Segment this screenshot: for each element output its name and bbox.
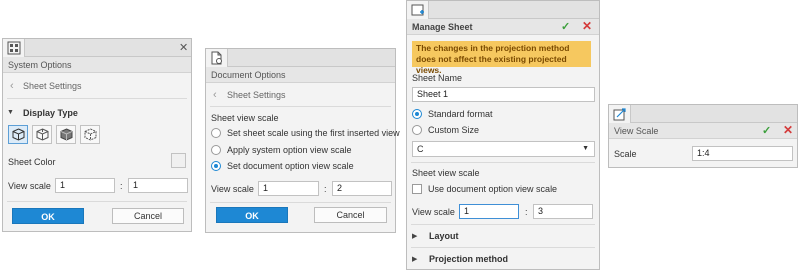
panel-title: System Options xyxy=(3,57,191,73)
radio-document-option-scale[interactable] xyxy=(211,161,221,171)
view-scale-label: View scale xyxy=(211,184,254,194)
panel-title: Document Options xyxy=(206,67,395,83)
layout-section-label[interactable]: Layout xyxy=(429,231,459,241)
divider xyxy=(210,106,391,107)
section-title: Sheet Settings xyxy=(23,81,82,91)
display-wireframe-button[interactable] xyxy=(32,125,52,144)
confirm-check-icon[interactable]: ✓ xyxy=(561,20,570,33)
tab-view-scale[interactable] xyxy=(609,105,631,123)
dropdown-arrow-icon: ▼ xyxy=(582,145,589,152)
tab-system-options[interactable] xyxy=(3,39,25,57)
radio-standard-format[interactable] xyxy=(412,109,422,119)
radio-standard-format-label: Standard format xyxy=(428,109,493,119)
projection-notice-banner: The changes in the projection method doe… xyxy=(412,41,591,75)
sheet-name-label: Sheet Name xyxy=(412,73,463,83)
manage-sheet-panel: Manage Sheet ✓ ✕ The changes in the proj… xyxy=(406,0,600,270)
view-scale-denominator-input[interactable]: 3 xyxy=(533,204,593,219)
view-scale-panel: View Scale ✓ ✕ Scale 1:4 xyxy=(608,104,798,168)
cube-solid-icon xyxy=(60,128,73,141)
scale-input[interactable]: 1:4 xyxy=(692,146,793,161)
scale-label: Scale xyxy=(614,149,637,159)
back-chevron-icon[interactable]: ‹ xyxy=(213,89,217,101)
sheet-color-label: Sheet Color xyxy=(8,157,56,167)
tab-strip xyxy=(206,49,395,67)
divider xyxy=(7,98,187,99)
radio-custom-size-label: Custom Size xyxy=(428,125,480,135)
system-options-panel: ✕ System Options ‹ Sheet Settings ▼ Disp… xyxy=(2,38,192,232)
cube-wireframe-icon xyxy=(36,128,49,141)
divider xyxy=(210,202,391,203)
divider xyxy=(411,247,595,248)
sheet-color-swatch[interactable] xyxy=(171,153,186,168)
ok-button[interactable]: OK xyxy=(216,207,288,223)
display-shaded-button[interactable] xyxy=(8,125,28,144)
sheet-name-input[interactable]: Sheet 1 xyxy=(412,87,595,102)
divider xyxy=(411,162,595,163)
close-icon[interactable]: ✕ xyxy=(179,41,188,54)
ratio-colon: : xyxy=(324,184,327,194)
sheet-size-select[interactable]: C ▼ xyxy=(412,141,595,157)
cube-hidden-line-icon xyxy=(84,128,97,141)
sheet-size-value: C xyxy=(417,144,424,154)
sheet-add-icon xyxy=(411,4,424,16)
use-document-option-label: Use document option view scale xyxy=(428,184,558,194)
sheet-view-scale-label: Sheet view scale xyxy=(211,113,279,123)
document-options-panel: Document Options ‹ Sheet Settings Sheet … xyxy=(205,48,400,233)
radio-first-inserted-view-label: Set sheet scale using the first inserted… xyxy=(227,128,400,138)
document-gear-icon xyxy=(211,51,222,65)
view-scale-label: View scale xyxy=(8,181,51,191)
sheet-view-scale-label: Sheet view scale xyxy=(412,168,480,178)
radio-document-option-scale-label: Set document option view scale xyxy=(227,161,354,171)
expand-layout-triangle-icon[interactable]: ▶ xyxy=(412,232,417,240)
ok-button[interactable]: OK xyxy=(12,208,84,224)
view-scale-denominator-input[interactable]: 2 xyxy=(332,181,392,196)
expand-projection-triangle-icon[interactable]: ▶ xyxy=(412,255,417,263)
cube-shaded-icon xyxy=(12,128,25,141)
use-document-option-checkbox[interactable] xyxy=(412,184,422,194)
tab-strip: ✕ xyxy=(3,39,191,57)
view-scale-denominator-input[interactable]: 1 xyxy=(128,178,188,193)
radio-first-inserted-view[interactable] xyxy=(211,128,221,138)
cancel-button[interactable]: Cancel xyxy=(314,207,387,223)
radio-custom-size[interactable] xyxy=(412,125,422,135)
expand-triangle-icon[interactable]: ▼ xyxy=(7,109,14,116)
cancel-x-icon[interactable]: ✕ xyxy=(582,19,592,33)
divider xyxy=(411,224,595,225)
view-scale-numerator-input[interactable]: 1 xyxy=(55,178,115,193)
divider xyxy=(7,201,187,202)
tab-strip xyxy=(609,105,797,123)
cancel-button[interactable]: Cancel xyxy=(112,208,184,224)
section-title: Sheet Settings xyxy=(227,90,286,100)
back-chevron-icon[interactable]: ‹ xyxy=(10,80,14,92)
view-scale-numerator-input[interactable]: 1 xyxy=(258,181,319,196)
display-solid-button[interactable] xyxy=(56,125,76,144)
tab-document-options[interactable] xyxy=(206,49,228,67)
confirm-check-icon[interactable]: ✓ xyxy=(762,124,771,137)
system-options-icon xyxy=(7,41,21,55)
radio-system-option-scale-label: Apply system option view scale xyxy=(227,145,352,155)
tab-strip xyxy=(407,1,599,19)
ratio-colon: : xyxy=(120,181,123,191)
projection-method-label[interactable]: Projection method xyxy=(429,254,508,264)
view-scale-label: View scale xyxy=(412,207,455,217)
ratio-colon: : xyxy=(525,207,528,217)
display-hidden-line-button[interactable] xyxy=(80,125,100,144)
view-scale-numerator-input[interactable]: 1 xyxy=(459,204,519,219)
display-type-label: Display Type xyxy=(23,108,78,118)
cancel-x-icon[interactable]: ✕ xyxy=(783,123,793,137)
view-scale-icon xyxy=(613,108,626,121)
tab-manage-sheet[interactable] xyxy=(407,1,429,19)
radio-system-option-scale[interactable] xyxy=(211,145,221,155)
